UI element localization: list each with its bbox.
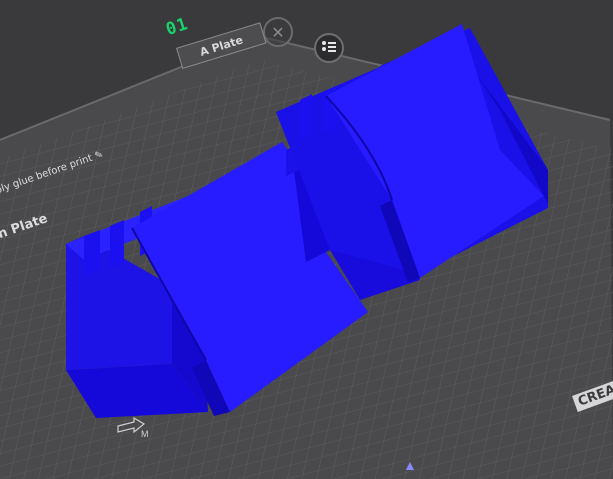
svg-text:M: M xyxy=(141,429,149,439)
close-icon: ✕ xyxy=(271,22,285,42)
arrange-button[interactable] xyxy=(314,33,344,63)
3d-viewport[interactable]: M 01 ✕ A Plate ply glue before print ✎ n… xyxy=(0,0,613,479)
build-plate-scene[interactable]: M xyxy=(0,0,613,479)
arrange-icon xyxy=(321,39,337,58)
close-plate-button[interactable]: ✕ xyxy=(263,17,293,47)
